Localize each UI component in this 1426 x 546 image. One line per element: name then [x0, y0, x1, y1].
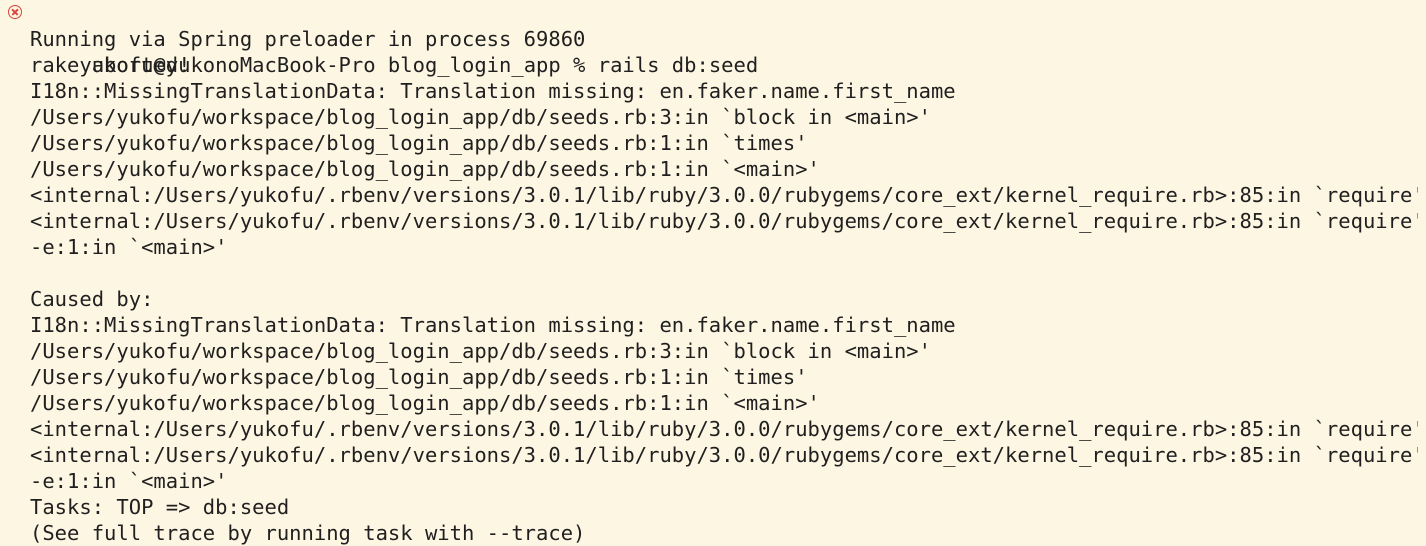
output-line: /Users/yukofu/workspace/blog_login_app/d…	[30, 105, 931, 129]
command-output: Running via Spring preloader in process …	[8, 26, 1418, 546]
output-line: I18n::MissingTranslationData: Translatio…	[30, 79, 956, 103]
output-line: /Users/yukofu/workspace/blog_login_app/d…	[30, 391, 820, 415]
command-text: yukofu@yukonoMacBook-Pro blog_login_app …	[79, 53, 759, 77]
command-prompt-line: yukofu@yukonoMacBook-Pro blog_login_app …	[8, 0, 1418, 77]
output-line: Tasks: TOP => db:seed	[30, 495, 290, 519]
terminal-window[interactable]: yukofu@yukonoMacBook-Pro blog_login_app …	[0, 0, 1426, 546]
error-status-icon	[8, 5, 22, 19]
output-line: Running via Spring preloader in process …	[30, 27, 586, 51]
output-line: <internal:/Users/yukofu/.rbenv/versions/…	[30, 183, 1418, 207]
output-line: <internal:/Users/yukofu/.rbenv/versions/…	[30, 209, 1418, 233]
output-line: <internal:/Users/yukofu/.rbenv/versions/…	[30, 443, 1418, 467]
output-line: /Users/yukofu/workspace/blog_login_app/d…	[30, 339, 931, 363]
output-line: <internal:/Users/yukofu/.rbenv/versions/…	[30, 417, 1418, 441]
output-line: /Users/yukofu/workspace/blog_login_app/d…	[30, 365, 808, 389]
output-line: -e:1:in `<main>'	[30, 235, 228, 259]
output-line: /Users/yukofu/workspace/blog_login_app/d…	[30, 157, 820, 181]
output-line: (See full trace by running task with --t…	[30, 521, 586, 545]
output-line: -e:1:in `<main>'	[30, 469, 228, 493]
output-line: /Users/yukofu/workspace/blog_login_app/d…	[30, 131, 808, 155]
output-line: I18n::MissingTranslationData: Translatio…	[30, 313, 956, 337]
output-line: Caused by:	[30, 287, 154, 311]
